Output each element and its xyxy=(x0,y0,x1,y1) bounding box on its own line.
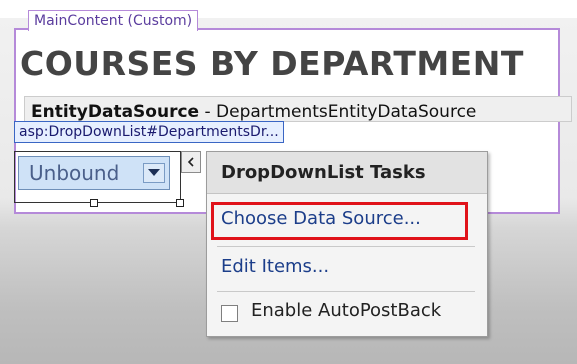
entity-source-id: DepartmentsEntityDataSource xyxy=(216,102,477,122)
dropdown-arrow-button[interactable] xyxy=(143,163,165,183)
departments-dropdown[interactable]: Unbound xyxy=(18,156,170,190)
tasks-title: DropDownList Tasks xyxy=(221,162,426,183)
chevron-left-icon xyxy=(187,157,194,167)
enable-autopostback-checkbox[interactable] xyxy=(221,305,238,322)
control-tag: asp:DropDownList#DepartmentsDr... xyxy=(14,121,284,143)
enable-autopostback-label[interactable]: Enable AutoPostBack xyxy=(251,300,441,321)
main-content-tab[interactable]: MainContent (Custom) xyxy=(28,10,199,31)
dropdown-value: Unbound xyxy=(29,161,120,185)
task-separator xyxy=(217,246,475,247)
dropdownlist-tasks-panel: DropDownList Tasks Choose Data Source...… xyxy=(206,151,488,337)
choose-data-source-link[interactable]: Choose Data Source... xyxy=(221,208,421,229)
page-heading: COURSES BY DEPARTMENT xyxy=(20,44,524,83)
task-separator xyxy=(217,291,475,292)
entity-source-separator: - xyxy=(199,102,217,122)
edit-items-link[interactable]: Edit Items... xyxy=(221,256,329,277)
resize-handle-bottom-right[interactable] xyxy=(176,199,184,207)
resize-handle-bottom-center[interactable] xyxy=(90,199,98,207)
smart-tag-button[interactable] xyxy=(181,151,201,173)
chevron-down-icon xyxy=(148,169,160,176)
tasks-header: DropDownList Tasks xyxy=(207,152,487,194)
entity-data-source-control[interactable]: EntityDataSource - DepartmentsEntityData… xyxy=(24,96,572,122)
entity-source-type: EntityDataSource xyxy=(31,102,200,122)
